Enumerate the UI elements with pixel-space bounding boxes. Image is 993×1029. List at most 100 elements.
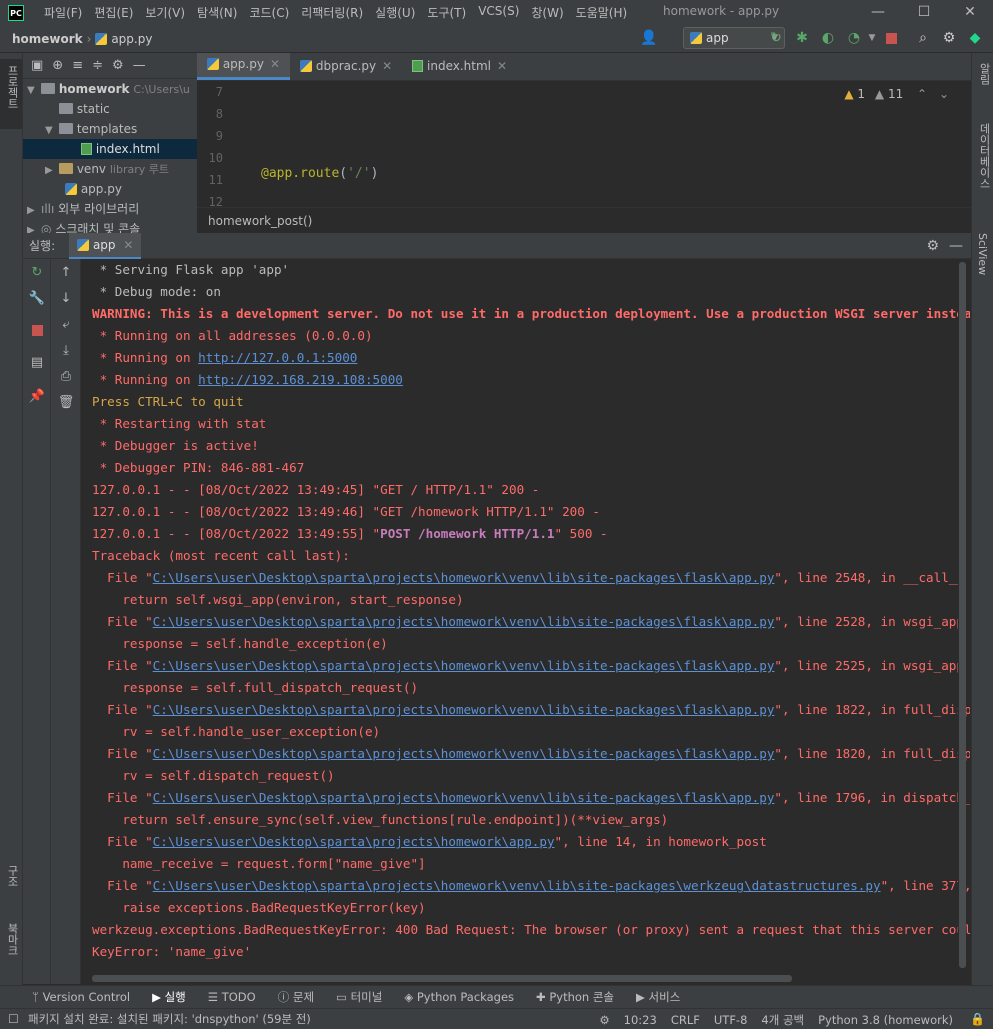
tree-item-homework[interactable]: ▼ homework C:\Users\u	[23, 79, 197, 99]
traceback-path-link[interactable]: C:\Users\user\Desktop\sparta\projects\ho…	[153, 834, 555, 849]
code-breadcrumb[interactable]: homework_post()	[197, 207, 971, 233]
close-tab-icon[interactable]: ✕	[270, 57, 280, 71]
tab-version-control[interactable]: ᛘ Version Control	[32, 990, 130, 1004]
stop-icon[interactable]	[882, 29, 900, 47]
expand-all-icon[interactable]: ≑	[92, 58, 103, 73]
settings-icon[interactable]: ⚙	[112, 58, 124, 73]
tab-todo[interactable]: ☰ TODO	[208, 990, 256, 1004]
python-interpreter[interactable]: Python 3.8 (homework)	[818, 1013, 953, 1027]
tree-item-external-libraries[interactable]: ▶ ıllı 외부 라이브러리	[23, 199, 197, 219]
console-output[interactable]: * Serving Flask app 'app' * Debug mode: …	[82, 259, 970, 971]
pycharm-logo-icon[interactable]: PC	[8, 4, 24, 21]
close-window-button[interactable]: ✕	[947, 0, 993, 25]
tab-run[interactable]: ▶ 실행	[152, 989, 186, 1005]
stop-icon[interactable]	[27, 321, 47, 341]
notifications-tool-button[interactable]: 알림	[972, 59, 993, 109]
tree-item-scratches[interactable]: ▶ ◎ 스크래치 및 콘솔	[23, 219, 197, 233]
tab-index-html[interactable]: index.html ✕	[402, 53, 517, 80]
menu-file[interactable]: 파일(F)	[38, 4, 88, 21]
tree-item-static[interactable]: static	[23, 99, 197, 119]
minimize-button[interactable]: —	[855, 0, 901, 25]
maximize-button[interactable]: ☐	[901, 0, 947, 25]
tree-item-templates[interactable]: ▼ templates	[23, 119, 197, 139]
gear-icon[interactable]: ⚙	[926, 238, 939, 254]
user-icon[interactable]: 👤	[640, 29, 658, 47]
trash-icon[interactable]: 🗑	[56, 393, 76, 413]
hide-panel-icon[interactable]: —	[949, 238, 963, 254]
breadcrumb-file[interactable]: app.py	[95, 32, 152, 46]
tree-item-app-py[interactable]: app.py	[23, 179, 197, 199]
console-vertical-scroll-thumb[interactable]	[959, 262, 966, 968]
scroll-up-icon[interactable]: ↑	[56, 263, 76, 283]
bookmarks-tool-button[interactable]: 북마크	[0, 919, 22, 979]
caret-position[interactable]: 10:23	[624, 1013, 657, 1027]
tab-dbprac-py[interactable]: dbprac.py ✕	[290, 53, 402, 80]
tab-services[interactable]: ▶ 서비스	[636, 989, 680, 1005]
console-horizontal-scrollbar[interactable]	[92, 975, 792, 982]
pin-icon[interactable]: 📌	[27, 387, 47, 407]
menu-run[interactable]: 실행(U)	[369, 4, 421, 21]
scroll-to-end-icon[interactable]: ⤓	[56, 341, 76, 361]
traceback-path-link[interactable]: C:\Users\user\Desktop\sparta\projects\ho…	[153, 570, 775, 585]
localhost-link[interactable]: http://127.0.0.1:5000	[198, 350, 357, 365]
background-tasks-icon[interactable]: ⚙	[599, 1013, 609, 1027]
gear-icon[interactable]: ⚙	[940, 29, 958, 47]
close-tab-icon[interactable]: ✕	[382, 59, 392, 73]
tab-terminal[interactable]: ▭ 터미널	[336, 989, 382, 1005]
close-tab-icon[interactable]: ✕	[497, 59, 507, 73]
rerun-icon[interactable]: ↻	[767, 29, 785, 47]
plugin-icon[interactable]: ◆	[966, 29, 984, 47]
traceback-path-link[interactable]: C:\Users\user\Desktop\sparta\projects\ho…	[153, 614, 775, 629]
tree-item-index-html[interactable]: index.html	[23, 139, 197, 159]
menu-window[interactable]: 창(W)	[525, 4, 569, 21]
lock-icon[interactable]: 🔒	[970, 1012, 985, 1026]
traceback-path-link[interactable]: C:\Users\user\Desktop\sparta\projects\ho…	[153, 790, 775, 805]
profile-icon[interactable]: ◔	[845, 29, 863, 47]
add-icon[interactable]: ⊕	[52, 58, 63, 73]
search-icon[interactable]: ⌕	[914, 29, 932, 47]
traceback-path-link[interactable]: C:\Users\user\Desktop\sparta\projects\ho…	[153, 658, 775, 673]
layout-icon[interactable]: ▣	[31, 58, 43, 73]
close-tab-icon[interactable]: ✕	[123, 238, 133, 252]
scroll-down-icon[interactable]: ↓	[56, 289, 76, 309]
tab-python-console[interactable]: ✚ Python 콘솔	[536, 989, 614, 1005]
traceback-path-link[interactable]: C:\Users\user\Desktop\sparta\projects\ho…	[153, 702, 775, 717]
wrench-icon[interactable]: 🔧	[27, 289, 47, 309]
status-message[interactable]: 패키지 설치 완료: 설치된 패키지: 'dnspython' (59분 전)	[28, 1011, 311, 1027]
tab-python-packages[interactable]: ◈ Python Packages	[404, 990, 514, 1004]
print-icon[interactable]: ⎙	[56, 367, 76, 387]
run-tab-app[interactable]: app ✕	[69, 232, 142, 259]
sciview-tool-button[interactable]: SciView	[972, 229, 993, 299]
toggle-tool-windows-icon[interactable]: ☐	[8, 1012, 19, 1026]
soft-wrap-icon[interactable]: ⤶	[56, 315, 76, 335]
line-separator[interactable]: CRLF	[671, 1013, 700, 1027]
project-tool-button[interactable]: 프로젝트	[0, 59, 22, 129]
collapse-all-icon[interactable]: ≡	[72, 58, 83, 73]
hide-icon[interactable]: —	[133, 58, 146, 73]
tree-item-venv[interactable]: ▶ venv library 루트	[23, 159, 197, 179]
lan-address-link[interactable]: http://192.168.219.108:5000	[198, 372, 403, 387]
breadcrumb-project[interactable]: homework	[12, 32, 83, 46]
menu-navigate[interactable]: 탐색(N)	[191, 4, 243, 21]
more-run-chevron-icon[interactable]: ▼	[863, 29, 881, 47]
debug-bug-icon[interactable]: ✱	[793, 29, 811, 47]
traceback-path-link[interactable]: C:\Users\user\Desktop\sparta\projects\ho…	[153, 746, 775, 761]
menu-code[interactable]: 코드(C)	[243, 4, 295, 21]
menu-refactor[interactable]: 리팩터링(R)	[295, 4, 369, 21]
traceback-path-link[interactable]: C:\Users\user\Desktop\sparta\projects\ho…	[153, 878, 881, 893]
tab-app-py[interactable]: app.py ✕	[197, 53, 291, 80]
rerun-icon[interactable]: ↻	[27, 263, 47, 283]
file-encoding[interactable]: UTF-8	[714, 1013, 748, 1027]
menu-help[interactable]: 도움말(H)	[570, 4, 634, 21]
database-tool-button[interactable]: 데이터베이스	[972, 119, 993, 219]
tab-problems[interactable]: ⓘ 문제	[278, 989, 314, 1005]
menu-vcs[interactable]: VCS(S)	[472, 4, 525, 21]
coverage-icon[interactable]: ◐	[819, 29, 837, 47]
structure-tool-button[interactable]: 구조	[0, 861, 22, 911]
indent-setting[interactable]: 4개 공백	[761, 1012, 804, 1028]
menu-tools[interactable]: 도구(T)	[421, 4, 472, 21]
code-area[interactable]: 7 8 9 10 11 12 @app.route('/') def home(…	[197, 81, 971, 207]
layout-icon[interactable]: ▤	[27, 353, 47, 373]
menu-view[interactable]: 보기(V)	[139, 4, 191, 21]
menu-edit[interactable]: 편집(E)	[88, 4, 139, 21]
